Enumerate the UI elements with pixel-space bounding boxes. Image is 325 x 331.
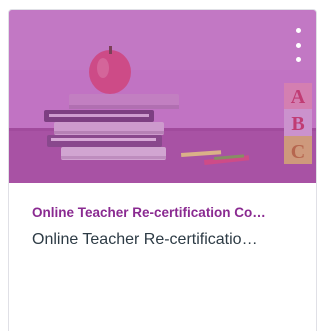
course-card[interactable]: A B C Online Teacher Re-certification Co… [8, 9, 317, 331]
course-code-link[interactable]: Online Teacher Re-certification Co… [32, 205, 308, 220]
card-options-menu-button[interactable] [290, 28, 306, 62]
vertical-ellipsis-icon [295, 28, 301, 33]
course-card-hero[interactable]: A B C [9, 10, 316, 183]
books-apple-blocks-image: A B C [9, 10, 316, 183]
course-title: Online Teacher Re-certificatio… [32, 231, 258, 248]
